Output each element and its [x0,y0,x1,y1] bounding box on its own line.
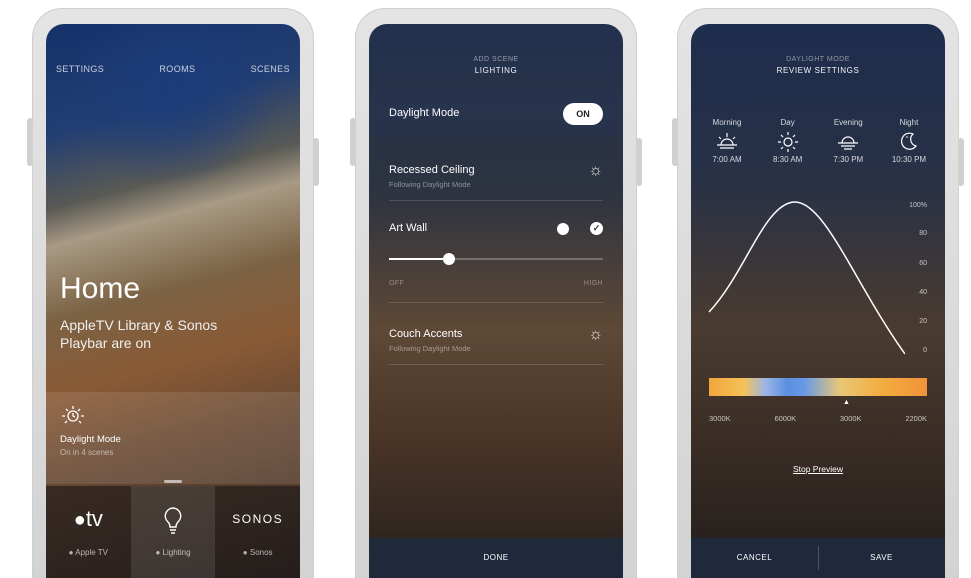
recessed-ceiling-label: Recessed Ceiling [389,164,475,176]
y-axis-label: 20 [919,318,927,325]
home-screen: SETTINGS ROOMS SCENES Home AppleTV Libra… [46,24,300,578]
time-label: Morning [712,118,742,127]
time-value: 7:30 PM [833,155,864,164]
save-button[interactable]: SAVE [818,538,945,578]
lightbulb-icon [131,506,216,542]
stop-preview-link[interactable]: Stop Preview [691,464,945,474]
time-value: 10:30 PM [891,155,927,164]
dock-item-lighting[interactable]: ● Lighting [130,486,216,578]
daylight-mode-label: Daylight Mode [389,107,460,119]
time-evening: Evening 7:30 PM [820,118,876,164]
slider-fill [389,258,449,260]
moon-icon [881,131,937,153]
page-title: REVIEW SETTINGS [776,66,860,75]
color-temperature-bar [709,378,927,396]
bottom-bar: DONE [369,538,623,578]
phone-lighting: ADD SCENE LIGHTING Daylight Mode ON Rece… [350,8,642,578]
couch-accents-sub: Following Daylight Mode [389,344,471,353]
phone-review: DAYLIGHT MODE REVIEW SETTINGS Morning 7:… [672,8,964,578]
daylight-mode-tile[interactable]: Daylight Mode On in 4 scenes [46,392,300,484]
dock-item-apple-tv[interactable]: ●tv ● Apple TV [46,486,131,578]
nav-scenes[interactable]: SCENES [251,64,290,74]
check-icon[interactable]: ✓ [590,222,603,235]
page-title: LIGHTING [474,66,518,75]
header-eyebrow: ADD SCENE [473,56,519,63]
bottom-dock: ●tv ● Apple TV ● Lighting SONOS ● Sonos [46,480,300,578]
kelvin-label: 3000K [709,414,731,423]
art-wall-label: Art Wall [389,222,428,234]
daylight-mode-row: Daylight Mode ON [369,92,623,136]
y-axis-label: 60 [919,260,927,267]
time-label: Evening [833,118,863,127]
slider-min-label: OFF [389,280,405,287]
sun-icon [760,131,816,153]
sunrise-icon [699,131,755,153]
top-nav: SETTINGS ROOMS SCENES [46,64,300,74]
time-label: Day [780,118,795,127]
recessed-ceiling-sub: Following Daylight Mode [389,180,471,189]
done-button[interactable]: DONE [369,538,623,578]
kelvin-label: 6000K [774,414,797,423]
header-eyebrow: DAYLIGHT MODE [786,56,850,63]
y-axis-label: 100% [909,202,927,209]
time-morning: Morning 7:00 AM [699,118,755,164]
time-of-day-row: Morning 7:00 AM Day 8:30 AM Evening 7:30… [699,118,937,164]
drag-handle[interactable] [164,480,182,483]
lighting-screen: ADD SCENE LIGHTING Daylight Mode ON Rece… [369,24,623,578]
clock-sun-icon [62,404,84,432]
daylight-curve [708,201,905,355]
dock-label: ● Sonos [242,548,273,557]
time-value: 8:30 AM [772,155,803,164]
slider-thumb[interactable] [442,253,455,265]
cancel-button[interactable]: CANCEL [691,538,818,578]
time-value: 7:00 AM [712,155,742,164]
time-day: Day 8:30 AM [760,118,816,164]
divider [818,546,819,570]
home-status: AppleTV Library & Sonos Playbar are on [60,317,218,351]
y-axis-label: 0 [923,347,927,354]
apple-tv-icon: ●tv [73,506,103,531]
review-screen: DAYLIGHT MODE REVIEW SETTINGS Morning 7:… [691,24,945,578]
mode-label: Daylight Mode [60,434,121,445]
y-axis-label: 80 [919,230,927,237]
divider [389,200,603,201]
daylight-mode-toggle[interactable]: ON [563,103,603,125]
nav-settings[interactable]: SETTINGS [56,64,104,74]
page-title: Home [60,272,141,305]
dock-label: ● Apple TV [68,548,109,557]
kelvin-label: 2200K [905,414,927,423]
time-label: Night [899,118,919,127]
sonos-logo: SONOS [232,512,284,526]
current-position-marker: ▲ [843,399,850,406]
sunset-icon [820,131,876,153]
phone-home: SETTINGS ROOMS SCENES Home AppleTV Libra… [27,8,319,578]
y-axis-label: 40 [919,289,927,296]
kelvin-labels: 3000K 6000K 3000K 2200K [709,414,927,423]
curve-line [708,201,905,355]
couch-accents-label: Couch Accents [389,328,463,340]
bottom-bar: CANCEL SAVE [691,538,945,578]
slider-max-label: HIGH [583,280,603,287]
nav-rooms[interactable]: ROOMS [159,64,195,74]
divider [389,364,603,365]
kelvin-label: 3000K [839,414,862,423]
mode-sublabel: On in 4 scenes [60,448,114,457]
dock-item-sonos[interactable]: SONOS ● Sonos [215,486,300,578]
dock-label: ● Lighting [155,548,191,557]
sun-icon: ☼ [588,162,603,179]
divider [389,302,603,303]
color-dot[interactable] [557,223,569,235]
time-night: Night 10:30 PM [881,118,937,164]
brightness-slider[interactable] [389,253,603,265]
sun-icon: ☼ [588,326,603,343]
